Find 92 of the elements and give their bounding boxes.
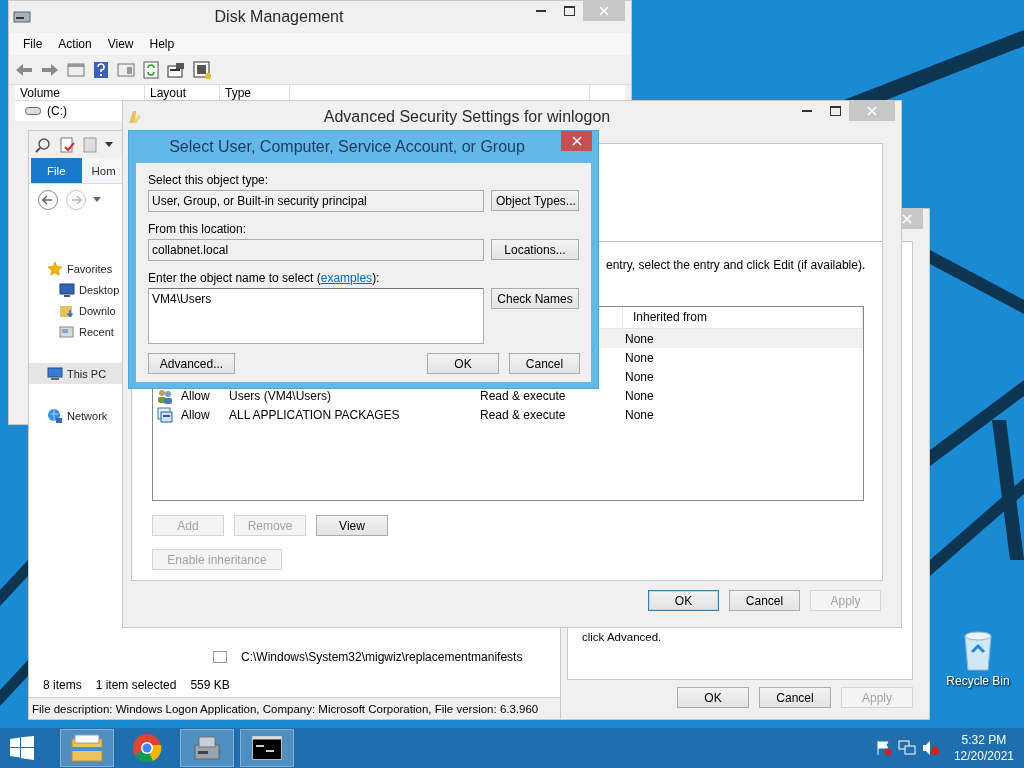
- dropdown-icon[interactable]: [93, 197, 101, 203]
- taskbar-button[interactable]: [240, 729, 294, 767]
- menu-item[interactable]: Action: [50, 37, 100, 51]
- console-icon: [252, 736, 282, 760]
- chrome-icon: [132, 733, 162, 763]
- muted-speaker-icon[interactable]: [921, 740, 940, 756]
- computer-icon: [47, 365, 63, 382]
- location-field: collabnet.local: [148, 239, 484, 261]
- table-cell-text: None: [624, 331, 654, 346]
- table-cell: ALL APPLICATION PACKAGES: [229, 407, 400, 422]
- advanced-button[interactable]: Advanced...: [148, 353, 235, 374]
- drive-label[interactable]: (C:): [47, 104, 67, 118]
- users-icon: [157, 387, 173, 404]
- field-label: Select this object type:: [148, 173, 270, 187]
- close-icon: [599, 6, 609, 16]
- network-icon[interactable]: [897, 740, 916, 756]
- properties-icon[interactable]: [167, 61, 185, 78]
- back-arrow-icon[interactable]: [15, 62, 33, 77]
- navigation-item[interactable]: Downlo: [29, 300, 123, 321]
- navigation-item[interactable]: Desktop: [29, 279, 123, 300]
- monitor-icon: [59, 281, 75, 298]
- window-title: Disk Management: [213, 8, 345, 26]
- details-bar-text: File description: Windows Logon Application, Company: Microsoft Corporation, File version: 6.3.960: [32, 702, 539, 715]
- magnifier-icon[interactable]: [35, 136, 51, 153]
- close-icon: [867, 106, 877, 116]
- drive-icon: [25, 106, 41, 116]
- object-types-button[interactable]: Object Types...: [491, 190, 579, 211]
- ok-button[interactable]: OK: [427, 353, 499, 374]
- dialog-title: Select User, Computer, Service Account, or Group: [168, 138, 526, 156]
- star-icon: [47, 260, 63, 277]
- object-name-field[interactable]: VM4\Users: [148, 288, 484, 344]
- permission-row[interactable]: Allow ALL APPLICATION PACKAGES Read & execute None: [153, 405, 863, 424]
- table-cell: Users (VM4\Users): [229, 388, 331, 403]
- table-cell-text: None: [624, 407, 654, 422]
- disk-drive-icon: [13, 9, 31, 25]
- minimize-icon: [536, 10, 546, 12]
- dropdown-icon[interactable]: [105, 141, 113, 148]
- maximize-icon: [829, 106, 841, 116]
- menu-item[interactable]: View: [99, 37, 142, 51]
- close-icon: [902, 214, 912, 224]
- dialog-button[interactable]: Cancel: [729, 590, 800, 611]
- cancel-button[interactable]: Cancel: [509, 353, 580, 374]
- selection-status: 1 item selected: [95, 678, 177, 692]
- table-cell: Allow: [181, 388, 210, 403]
- desktop-icon-label[interactable]: Recycle Bin: [946, 674, 1010, 688]
- document-check-icon[interactable]: [59, 136, 75, 153]
- table-cell-text: None: [624, 369, 654, 384]
- selection-size: 559 KB: [190, 678, 230, 692]
- ribbon-tab[interactable]: Hom: [91, 158, 116, 183]
- start-icon[interactable]: [10, 736, 34, 760]
- window-title: Advanced Security Settings for winlogon: [322, 108, 612, 126]
- table-cell: Read & execute: [480, 388, 566, 403]
- file-path[interactable]: C:\Windows\System32\migwiz\replacementmanifests: [241, 650, 523, 664]
- table-cell: Read & execute: [480, 407, 566, 422]
- dialog-button[interactable]: Cancel: [759, 687, 831, 708]
- object-type-field: User, Group, or Built-in security principal: [148, 190, 484, 212]
- menu-item[interactable]: Help: [141, 37, 183, 51]
- dialog-button[interactable]: OK: [648, 590, 719, 611]
- minimize-icon: [802, 110, 812, 112]
- table-cell-text: None: [624, 388, 654, 403]
- help-icon[interactable]: [93, 60, 109, 79]
- permission-row[interactable]: Allow Users (VM4\Users) Read & execute None: [153, 386, 863, 405]
- column-header[interactable]: Inherited from: [623, 307, 863, 328]
- flag-icon[interactable]: [875, 740, 892, 756]
- app-package-icon: [157, 406, 173, 423]
- hint-text: click Advanced.: [582, 631, 663, 643]
- examples-link[interactable]: examples: [320, 271, 373, 285]
- checkbox-icon: [213, 651, 227, 663]
- panel-icon[interactable]: [117, 61, 135, 78]
- navigation-item[interactable]: Network: [29, 405, 123, 426]
- ribbon-tab[interactable]: File: [31, 158, 82, 183]
- item-count: 8 items: [43, 678, 82, 692]
- check-names-button[interactable]: Check Names: [491, 288, 579, 309]
- forward-arrow-icon[interactable]: [41, 62, 59, 77]
- dialog-button[interactable]: OK: [677, 687, 749, 708]
- table-cell: Allow: [181, 407, 210, 422]
- locations-button[interactable]: Locations...: [491, 239, 579, 260]
- field-label: From this location:: [148, 222, 248, 236]
- navigation-item[interactable]: Recent: [29, 321, 123, 342]
- field-label: Enter the object name to select (examples):: [148, 271, 381, 285]
- navigation-item[interactable]: Favorites: [29, 258, 123, 279]
- clock[interactable]: 5:32 PM 12/20/2021: [953, 732, 1014, 764]
- navigation-item[interactable]: This PC: [29, 363, 123, 384]
- disk-tool-icon: [191, 733, 223, 763]
- refresh-icon[interactable]: [143, 60, 159, 79]
- panel-icon[interactable]: [67, 61, 85, 78]
- maximize-icon: [563, 6, 575, 16]
- menu-item[interactable]: File: [15, 37, 51, 51]
- instruction-text: entry, select the entry and click Edit (if available).: [606, 258, 866, 272]
- close-icon: [571, 136, 582, 146]
- network-icon: [47, 407, 63, 424]
- entry-button[interactable]: View: [316, 515, 388, 536]
